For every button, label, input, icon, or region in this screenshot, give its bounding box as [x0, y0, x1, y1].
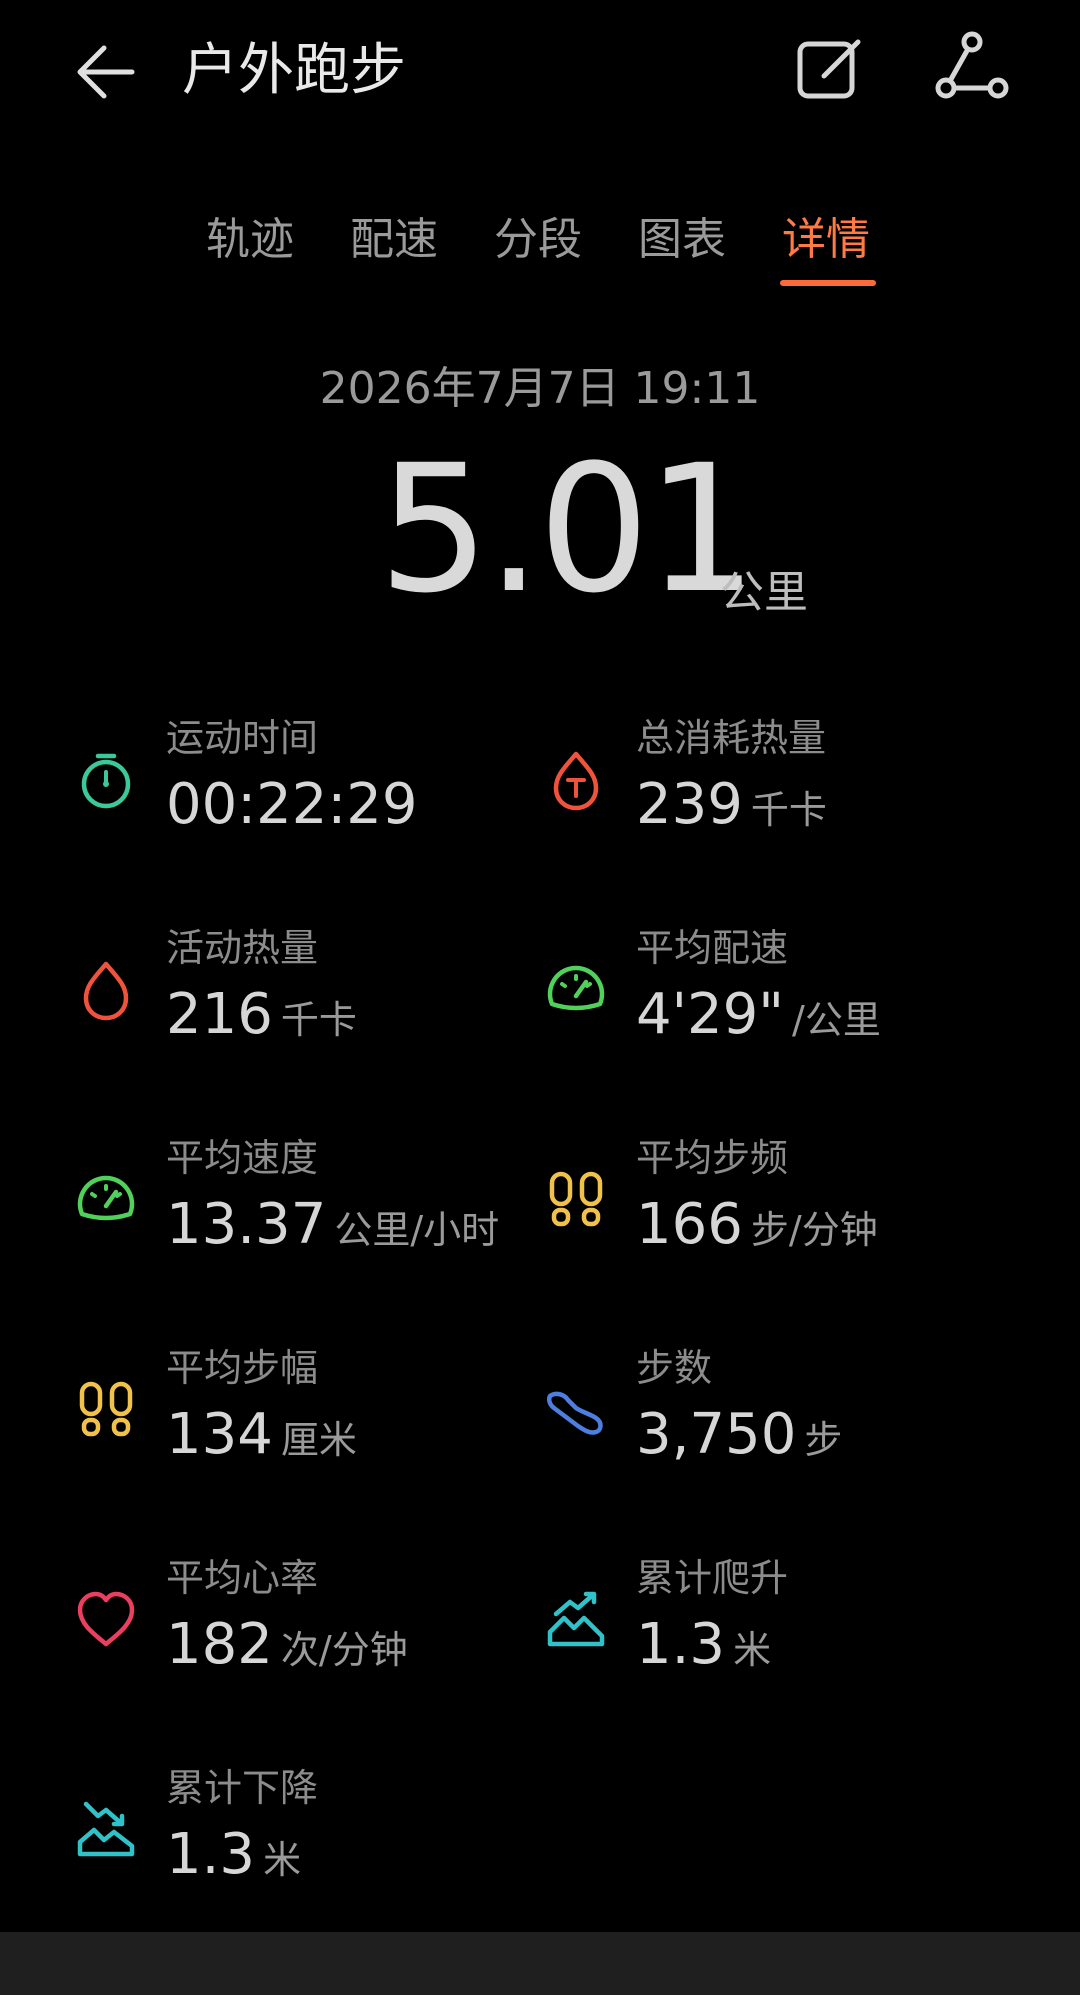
stat-label: 累计爬升: [636, 1556, 789, 1600]
top-bar: 户外跑步: [0, 0, 1080, 150]
edit-icon[interactable]: [790, 30, 870, 110]
stat-unit: 米: [263, 1838, 302, 1882]
stat-label: 总消耗热量: [636, 716, 827, 760]
stat-label: 平均心率: [166, 1556, 319, 1600]
stat-label: 活动热量: [166, 926, 319, 970]
stat-value: 1.3: [636, 1612, 726, 1677]
flame-icon: [83, 961, 129, 1021]
footprints-icon: [79, 1381, 133, 1437]
tab-charts[interactable]: 图表: [638, 210, 726, 270]
stat-label: 运动时间: [166, 716, 319, 760]
stat-total-calories: 总消耗热量 239 千卡: [544, 712, 1004, 872]
stat-unit: 公里/小时: [334, 1208, 500, 1252]
heart-icon: [77, 1591, 135, 1647]
stat-duration: 运动时间 00:22:29: [74, 712, 534, 872]
stat-avg-heart-rate: 平均心率 182 次/分钟: [74, 1552, 534, 1712]
stat-label: 平均步频: [636, 1136, 789, 1180]
stat-unit: 千卡: [750, 788, 827, 832]
stat-avg-speed: 平均速度 13.37 公里/小时: [74, 1132, 534, 1292]
stat-avg-pace: 平均配速 4'29"/公里: [544, 922, 1004, 1082]
stat-avg-cadence: 平均步频 166 步/分钟: [544, 1132, 1004, 1292]
stat-value: 216: [166, 982, 273, 1047]
tab-track[interactable]: 轨迹: [206, 210, 294, 270]
stat-label: 步数: [636, 1346, 713, 1390]
shoe-icon: [546, 1391, 603, 1435]
speedometer-icon: [547, 965, 605, 1011]
stat-label: 平均配速: [636, 926, 789, 970]
stat-value: 00:22:29: [166, 772, 418, 837]
distance-value: 5.01: [378, 427, 758, 632]
distance-unit: 公里: [720, 567, 808, 618]
climb-icon: [547, 1591, 605, 1647]
stat-label: 平均步幅: [166, 1346, 319, 1390]
stat-unit: /公里: [792, 998, 881, 1042]
footprints-icon: [549, 1171, 603, 1227]
stopwatch-icon: [81, 753, 131, 809]
stat-total-descent: 累计下降 1.3 米: [74, 1762, 534, 1922]
stat-value: 13.37: [166, 1192, 327, 1257]
tab-bar: 轨迹 配速 分段 图表 详情: [0, 200, 1080, 290]
stat-value: 3,750: [636, 1402, 797, 1467]
stat-unit: 千卡: [280, 998, 357, 1042]
stat-value: 134: [166, 1402, 273, 1467]
stat-active-calories: 活动热量 216 千卡: [74, 922, 534, 1082]
stat-avg-stride: 平均步幅 134 厘米: [74, 1342, 534, 1502]
stat-value: 1.3: [166, 1822, 256, 1887]
stat-unit: 次/分钟: [280, 1628, 408, 1672]
stat-value: 239: [636, 772, 743, 837]
stat-unit: 步/分钟: [750, 1208, 878, 1252]
stat-value: 182: [166, 1612, 273, 1677]
stat-unit: 米: [733, 1628, 772, 1672]
stat-label: 累计下降: [166, 1766, 319, 1810]
page-title: 户外跑步: [182, 38, 406, 103]
flame-total-icon: [553, 751, 599, 811]
stat-unit: 厘米: [280, 1418, 357, 1462]
tab-active-indicator: [780, 280, 876, 286]
share-icon[interactable]: [932, 30, 1012, 110]
tab-splits[interactable]: 分段: [494, 210, 582, 270]
descent-icon: [77, 1801, 135, 1857]
stat-value: 4'29": [636, 982, 785, 1047]
tab-details[interactable]: 详情: [782, 210, 870, 270]
stat-total-ascent: 累计爬升 1.3 米: [544, 1552, 1004, 1712]
stat-label: 平均速度: [166, 1136, 319, 1180]
bottom-bar: [0, 1932, 1080, 1995]
stat-value: 166: [636, 1192, 743, 1257]
tab-pace[interactable]: 配速: [350, 210, 438, 270]
speedometer-icon: [77, 1175, 135, 1221]
back-arrow-icon[interactable]: [70, 32, 150, 112]
workout-datetime: 2026年7月7日 19:11: [319, 363, 761, 414]
stat-unit: 步: [804, 1418, 843, 1462]
stat-steps: 步数 3,750 步: [544, 1342, 1004, 1502]
